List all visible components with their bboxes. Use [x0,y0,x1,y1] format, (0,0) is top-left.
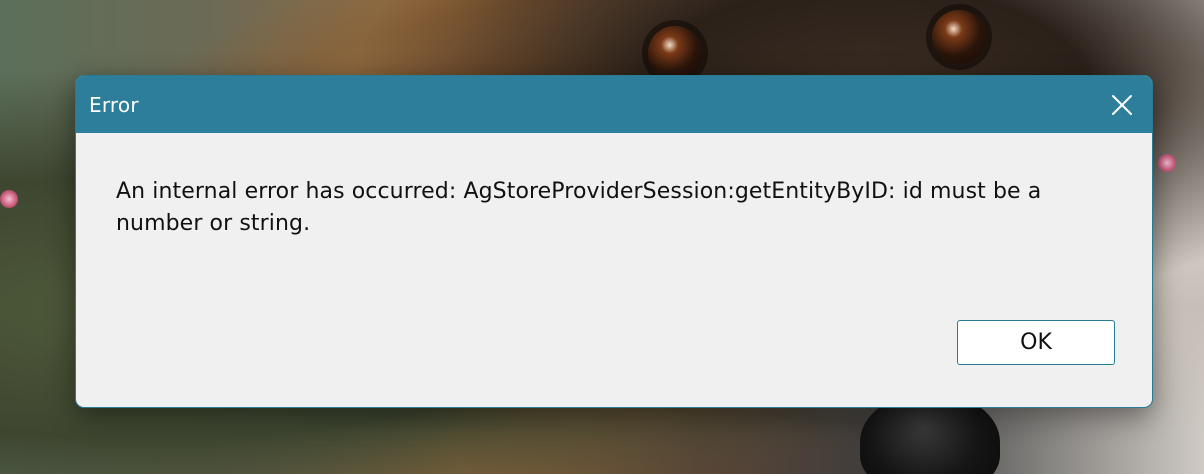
error-dialog: Error An internal error has occurred: Ag… [75,75,1153,408]
dialog-title: Error [89,92,139,117]
wallpaper-dog-eye-right [932,10,986,64]
wallpaper-flower [0,190,18,208]
wallpaper-flower [1158,154,1176,172]
dialog-content: An internal error has occurred: AgStoreP… [76,133,1152,407]
wallpaper-dog-eye-left [648,26,702,80]
ok-button[interactable]: OK [957,320,1115,365]
dialog-titlebar[interactable]: Error [76,76,1152,133]
desktop-wallpaper: Error An internal error has occurred: Ag… [0,0,1204,474]
close-icon [1111,94,1133,116]
close-button[interactable] [1102,86,1142,124]
error-message: An internal error has occurred: AgStoreP… [116,179,1042,236]
